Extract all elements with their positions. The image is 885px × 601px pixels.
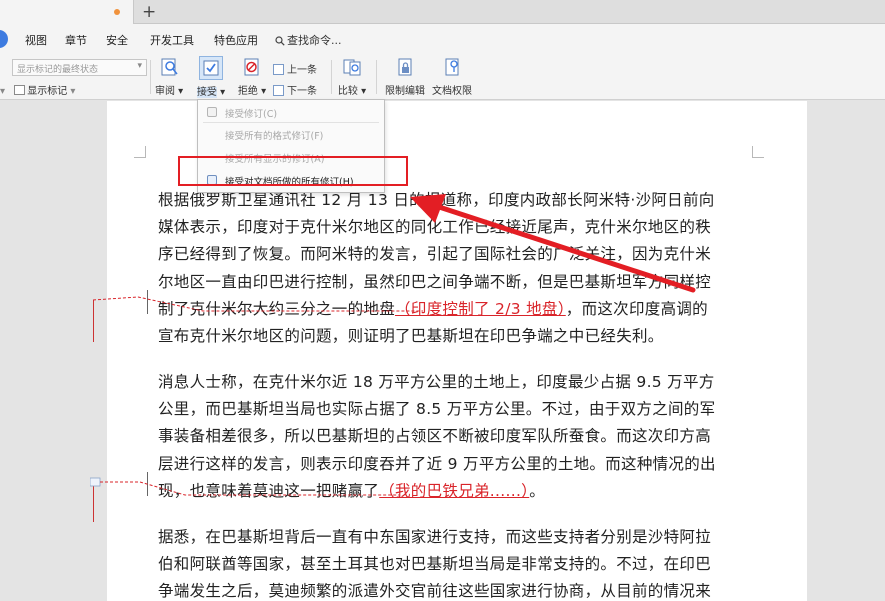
ribbon-separator xyxy=(376,60,377,94)
compare-label: 比较 xyxy=(337,86,358,97)
markup-icon xyxy=(14,85,26,95)
menu-dev-tools[interactable]: 开发工具 xyxy=(150,32,194,48)
menu-item-accept-format[interactable]: 接受所有的格式修订(F) xyxy=(225,128,323,142)
permission-icon xyxy=(445,58,459,76)
text-line: 据悉，在巴基斯坦背后一直有中东国家进行支持，而这些支持者分别是沙特阿拉 xyxy=(158,528,712,546)
new-tab-icon[interactable]: + xyxy=(142,2,156,22)
unsaved-dot-icon xyxy=(114,9,120,15)
reject-icon xyxy=(244,58,259,76)
prev-icon xyxy=(273,64,284,75)
compare-icon xyxy=(343,59,361,76)
text-line: 消息人士称，在克什米尔近 18 万平方公里的土地上，印度最少占据 9.5 万平方 xyxy=(158,373,715,391)
review-button[interactable]: 审阅 ▾ xyxy=(155,56,183,97)
revision-connector xyxy=(90,477,400,496)
menu-view[interactable]: 视图 xyxy=(25,32,47,48)
tracked-insertion[interactable]: （我的巴铁兄弟......） xyxy=(379,482,529,500)
review-ribbon: 显示标记的最终状态 ▾ ▾ 显示标记 ▾ 审阅 ▾ 接受 ▾ 拒绝 ▾ 上一条 … xyxy=(0,54,885,100)
text-line: 宣布克什米尔地区的问题，则证明了巴基斯坦在印巴争端之中已经失利。 xyxy=(158,327,664,346)
prev-label: 上一条 xyxy=(287,65,317,76)
tab-strip: + xyxy=(0,0,885,24)
ribbon-separator xyxy=(331,60,332,94)
lock-icon xyxy=(398,58,412,76)
next-change-button[interactable]: 下一条 xyxy=(273,82,317,97)
menu-chapter[interactable]: 章节 xyxy=(65,32,87,48)
text-line: 层进行这样的发言，则表示印度吞并了近 9 万平方公里的土地。而这种情况的出 xyxy=(158,454,716,473)
search-command[interactable]: 查找命令... xyxy=(275,32,342,48)
compare-button[interactable]: 比较 ▾ xyxy=(337,56,367,97)
paragraph-1[interactable]: 根据俄罗斯卫星通讯社 12 月 13 日的报道称，印度内政部长阿米特·沙阿日前向… xyxy=(158,187,753,350)
chevron-down-icon: ▾ xyxy=(137,61,142,71)
accept-button[interactable]: 接受 ▾ xyxy=(196,56,226,98)
show-markup-label: 显示标记 xyxy=(27,86,68,97)
restrict-edit-button[interactable]: 限制编辑 xyxy=(383,56,427,97)
menu-security[interactable]: 安全 xyxy=(106,32,128,48)
text-line: 事装备相差很多，所以巴基斯坦的占领区不断被印度军队所蚕食。而这次印方高 xyxy=(158,427,712,446)
doc-permission-button[interactable]: 文档权限 xyxy=(430,56,474,97)
text-line: 公里，而巴基斯坦当局也实际占据了 8.5 万平方公里。不过，由于双方之间的军 xyxy=(158,400,716,419)
markup-status-placeholder: 显示标记的最终状态 xyxy=(17,65,99,75)
menu-item-accept-change[interactable]: 接受修订(C) xyxy=(225,106,277,120)
crop-mark xyxy=(134,146,146,158)
accept-change-icon xyxy=(207,107,217,117)
text-line: 伯和阿联酋等国家，甚至土耳其也对巴基斯坦当局是非常支持的。不过，在印巴 xyxy=(158,555,712,574)
paragraph-3[interactable]: 据悉，在巴基斯坦背后一直有中东国家进行支持，而这些支持者分别是沙特阿拉 伯和阿联… xyxy=(158,524,753,601)
markup-status-select[interactable]: 显示标记的最终状态 ▾ xyxy=(12,59,147,76)
next-icon xyxy=(273,85,284,96)
menu-bar: 视图 章节 安全 开发工具 特色应用 查找命令... xyxy=(0,24,885,54)
menu-separator xyxy=(203,122,379,123)
review-label: 审阅 xyxy=(155,86,175,97)
prev-change-button[interactable]: 上一条 xyxy=(273,61,317,76)
crop-mark xyxy=(752,146,764,158)
highlight-box xyxy=(178,156,408,186)
text-line: 争端发生之后，莫迪频繁的派遣外交官前往这些国家进行协商，从目前的情况来 xyxy=(158,582,712,601)
chevron-down-icon: ▾ xyxy=(0,86,6,97)
reject-label: 拒绝 xyxy=(237,86,258,97)
doc-permission-label: 文档权限 xyxy=(432,86,472,97)
restrict-edit-label: 限制编辑 xyxy=(385,86,425,97)
search-command-label: 查找命令... xyxy=(287,34,342,47)
next-label: 下一条 xyxy=(287,86,317,97)
text-line: 媒体表示，印度对于克什米尔地区的同化工作已经接近尾声，克什米尔地区的秩 xyxy=(158,218,712,237)
text-line: 序已经得到了恢复。而阿米特的发言，引起了国际社会的广泛关注，因为克什米 xyxy=(158,245,712,264)
reject-button[interactable]: 拒绝 ▾ xyxy=(237,56,267,97)
search-icon xyxy=(275,36,285,46)
menu-special-apps[interactable]: 特色应用 xyxy=(214,32,258,48)
ribbon-separator xyxy=(150,60,151,94)
show-markup-button[interactable]: ▾ 显示标记 ▾ xyxy=(0,82,75,97)
wps-writer-window: + 视图 章节 安全 开发工具 特色应用 查找命令... 显示标记的最终状态 ▾… xyxy=(0,0,885,601)
accept-label: 接受 xyxy=(196,87,217,98)
document-tab[interactable] xyxy=(0,0,134,24)
review-icon xyxy=(161,58,178,76)
menu-active-tab-review[interactable] xyxy=(0,30,8,48)
accept-icon xyxy=(199,56,223,80)
text-line: 尔地区一直由印巴进行控制，虽然印巴之间争端不断，但是巴基斯坦军方同样控 xyxy=(158,272,712,291)
revision-connector xyxy=(93,296,423,312)
